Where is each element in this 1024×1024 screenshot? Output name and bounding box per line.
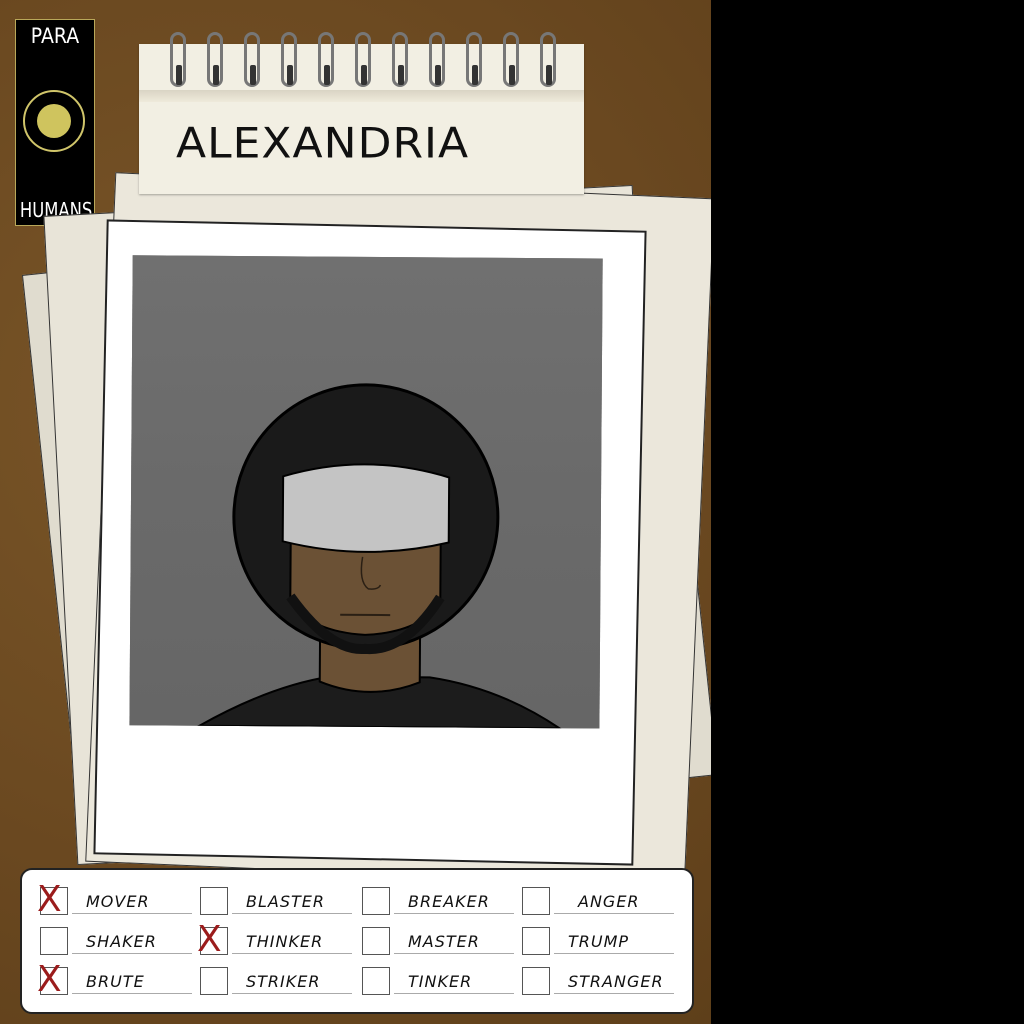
character-portrait <box>129 255 603 729</box>
checkbox-master[interactable]: MASTER <box>362 922 522 958</box>
logo-top-text: PARA <box>30 24 80 48</box>
check-x-icon: X <box>197 919 222 960</box>
checkbox-stranger[interactable]: STRANGER <box>522 962 682 998</box>
spiral-ring-icon <box>244 32 260 87</box>
polaroid-photo <box>93 219 647 866</box>
spiral-ring-icon <box>540 32 556 87</box>
checkbox-changer[interactable]: ANGER <box>522 882 682 918</box>
checkbox-tinker[interactable]: TINKER <box>362 962 522 998</box>
cork-board-background: PARA HUMANS ALEXANDRIA X MOVER BLASTER B… <box>0 0 719 1024</box>
spiral-ring-icon <box>207 32 223 87</box>
check-x-icon: X <box>37 879 62 920</box>
spiral-ring-icon <box>429 32 445 87</box>
check-x-icon: X <box>37 959 62 1000</box>
power-classification-checklist: X MOVER BLASTER BREAKER ANGER SHAKER X T… <box>20 868 694 1014</box>
checklist-row: X MOVER BLASTER BREAKER ANGER <box>22 882 692 922</box>
spiral-ring-icon <box>392 32 408 87</box>
character-name: ALEXANDRIA <box>176 119 470 168</box>
spiral-ring-icon <box>503 32 519 87</box>
checkbox-mover[interactable]: X MOVER <box>37 879 200 920</box>
checkbox-breaker[interactable]: BREAKER <box>362 882 522 918</box>
spiral-binding-icon <box>170 32 570 92</box>
checkbox-shaker[interactable]: SHAKER <box>40 922 200 958</box>
logo-circle-icon <box>23 90 85 152</box>
checkbox-thinker[interactable]: X THINKER <box>197 919 360 960</box>
spiral-ring-icon <box>170 32 186 87</box>
checkbox-blaster[interactable]: BLASTER <box>200 882 360 918</box>
checklist-row: X BRUTE STRIKER TINKER STRANGER <box>22 962 692 1002</box>
spiral-ring-icon <box>318 32 334 87</box>
spiral-ring-icon <box>281 32 297 87</box>
empty-side-panel <box>711 0 1024 1024</box>
checkbox-trump[interactable]: TRUMP <box>522 922 682 958</box>
checkbox-brute[interactable]: X BRUTE <box>37 959 200 1000</box>
spiral-ring-icon <box>466 32 482 87</box>
parahumans-logo: PARA HUMANS <box>15 19 95 226</box>
checklist-row: SHAKER X THINKER MASTER TRUMP <box>22 922 692 962</box>
spiral-ring-icon <box>355 32 371 87</box>
checkbox-striker[interactable]: STRIKER <box>200 962 360 998</box>
